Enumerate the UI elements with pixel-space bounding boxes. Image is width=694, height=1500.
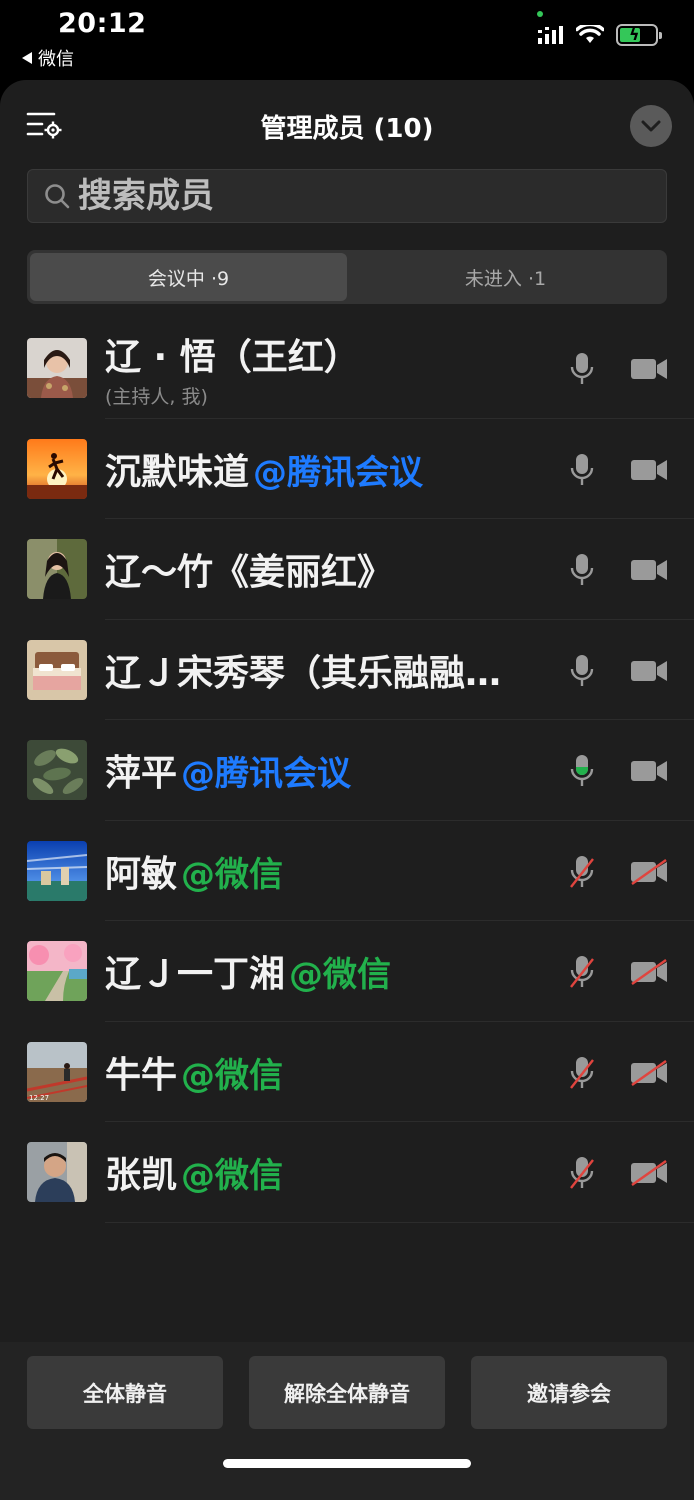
panel-header: 管理成员 (10) [0,80,694,172]
camera-off-icon[interactable] [630,959,668,985]
battery-icon: ϟ [616,24,662,46]
member-tabs: 会议中 ·9 未进入 ·1 [27,250,667,304]
member-source-tag: @腾讯会议 [181,754,352,794]
mic-muted-icon[interactable] [568,1155,596,1191]
invite-button[interactable]: 邀请参会 [471,1356,667,1429]
microphone-icon[interactable] [568,552,596,588]
status-bar: 20:12 微信 ϟ [0,0,694,80]
footer-actions: 全体静音 解除全体静音 邀请参会 [0,1342,694,1500]
member-name-block: 辽Ｊ一丁湘 @微信 [105,921,545,1021]
member-row[interactable]: 萍平 @腾讯会议 [0,720,694,821]
camera-off-icon[interactable] [630,1059,668,1086]
member-name-block: 沉默味道 @腾讯会议 [105,419,545,519]
member-name-block: 辽 · 悟（王红） (主持人, 我) [105,318,545,418]
mute-all-button[interactable]: 全体静音 [27,1356,223,1429]
avatar [27,840,87,901]
camera-off-icon[interactable] [630,858,668,885]
member-source-tag: @腾讯会议 [253,452,424,493]
back-to-app-link[interactable]: 微信 [22,45,74,71]
member-name: 辽 · 悟（王红） [105,336,360,378]
status-icons: ϟ [538,24,662,46]
home-indicator [223,1459,471,1468]
member-row[interactable]: 12.27 牛牛 @微信 [0,1022,694,1122]
camera-icon[interactable] [630,658,668,684]
search-bar[interactable] [27,169,667,223]
member-name: 辽～竹《姜丽红》 [105,552,394,593]
back-app-label: 微信 [38,49,74,70]
member-list: 辽 · 悟（王红） (主持人, 我) 沉默味道 @腾讯会议 辽～竹《姜丽红》 辽Ｊ宋秀琴（… [0,318,694,1223]
svg-text:12.27: 12.27 [29,1094,49,1102]
collapse-button[interactable] [630,105,672,147]
avatar: 12.27 [27,1041,87,1102]
mic-muted-icon[interactable] [568,1055,596,1091]
member-name: 沉默味道 [105,451,250,493]
cellular-signal-icon [538,26,563,44]
member-name-block: 辽～竹《姜丽红》 [105,519,545,619]
microphone-icon[interactable] [568,351,596,387]
tab-in-meeting[interactable]: 会议中 ·9 [30,253,347,301]
back-arrow-icon [22,52,32,64]
avatar [27,639,87,700]
unmute-all-button[interactable]: 解除全体静音 [249,1356,445,1429]
avatar [27,539,87,599]
member-name-block: 牛牛 @微信 [105,1022,545,1122]
row-divider [105,1221,694,1223]
member-name: 牛牛 [105,1054,178,1096]
tab-not-joined[interactable]: 未进入 ·1 [347,253,664,301]
member-name: 萍平 [105,753,178,794]
member-source-tag: @微信 [181,1156,284,1196]
microphone-icon[interactable] [568,452,596,488]
avatar [27,438,87,499]
member-name-block: 阿敏 @微信 [105,821,545,921]
camera-icon[interactable] [630,457,668,483]
member-name: 阿敏 [105,853,178,895]
microphone-icon[interactable] [568,653,596,689]
avatar [27,941,87,1001]
member-source-tag: @微信 [181,1055,284,1096]
search-icon [45,184,70,209]
camera-in-use-indicator [537,11,543,17]
status-time: 20:12 [58,8,147,39]
member-row[interactable]: 辽 · 悟（王红） (主持人, 我) [0,318,694,419]
avatar [27,1142,87,1202]
member-name-block: 张凯 @微信 [105,1122,545,1222]
manage-members-panel: 管理成员 (10) 会议中 ·9 未进入 ·1 辽 · 悟（王红） (主持人, 我… [0,80,694,1500]
avatar [27,338,87,398]
member-name-block: 辽Ｊ宋秀琴（其乐融融… [105,620,545,720]
mic-muted-icon[interactable] [568,854,596,890]
member-row[interactable]: 辽Ｊ一丁湘 @微信 [0,921,694,1022]
camera-icon[interactable] [630,758,668,784]
member-name: 辽Ｊ宋秀琴（其乐融融… [105,652,502,694]
chevron-down-icon [641,120,661,132]
camera-icon[interactable] [630,356,668,382]
member-row[interactable]: 张凯 @微信 [0,1122,694,1223]
member-source-tag: @微信 [181,854,284,895]
page-title: 管理成员 (10) [260,114,434,144]
avatar [27,740,87,800]
search-input[interactable] [78,176,638,216]
member-role: (主持人, 我) [105,385,208,408]
member-row[interactable]: 辽～竹《姜丽红》 [0,519,694,620]
member-row[interactable]: 沉默味道 @腾讯会议 [0,419,694,519]
member-name: 辽Ｊ一丁湘 [105,954,286,995]
member-name-block: 萍平 @腾讯会议 [105,720,545,820]
member-name: 张凯 [105,1155,178,1196]
member-source-tag: @微信 [289,955,392,995]
camera-icon[interactable] [630,557,668,583]
member-row[interactable]: 阿敏 @微信 [0,821,694,921]
wifi-icon [576,25,604,43]
mic-muted-icon[interactable] [568,954,596,990]
microphone-icon[interactable] [568,753,596,789]
camera-off-icon[interactable] [630,1160,668,1186]
member-row[interactable]: 辽Ｊ宋秀琴（其乐融融… [0,620,694,720]
